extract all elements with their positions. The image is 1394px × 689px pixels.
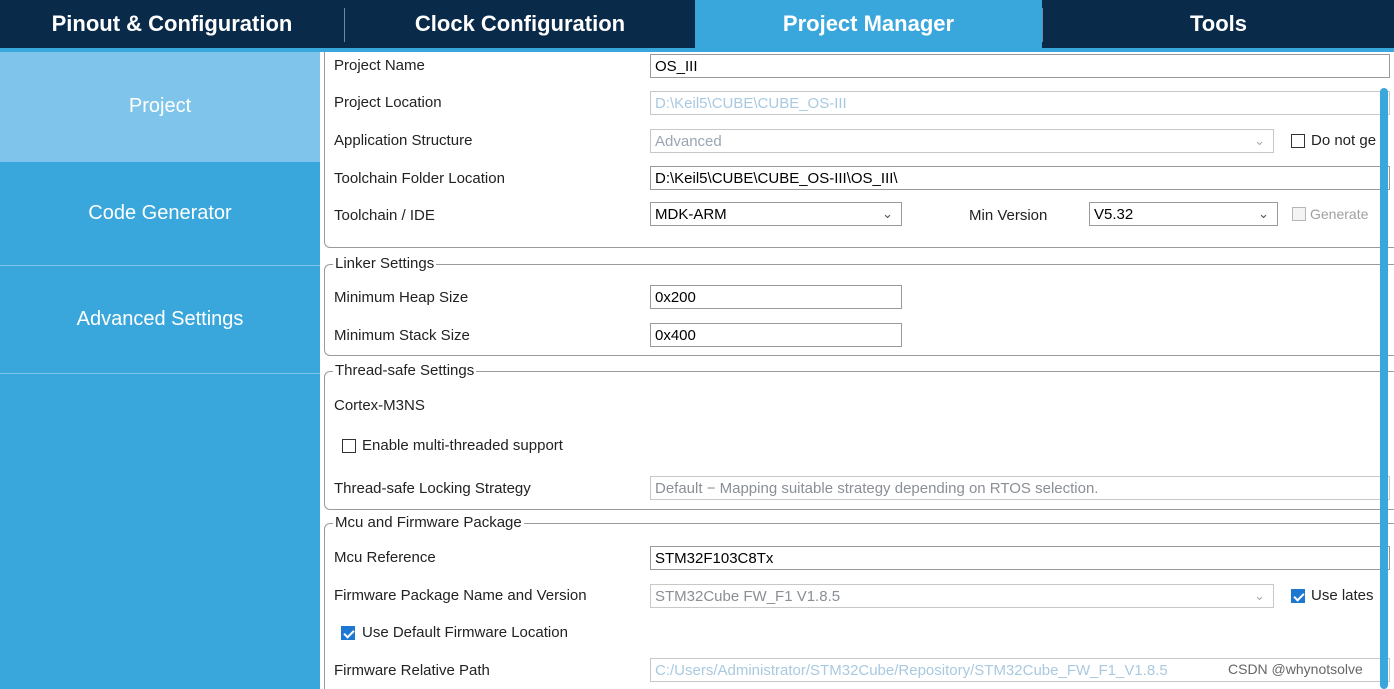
locking-strategy-value: Default − Mapping suitable strategy depe… <box>655 479 1099 497</box>
application-structure-select[interactable]: Advanced ⌄ <box>650 129 1274 153</box>
do-not-generate-label: Do not ge <box>1311 132 1377 149</box>
mcu-reference-value: STM32F103C8Tx <box>655 549 774 567</box>
project-name-input[interactable]: OS_III <box>650 54 1390 78</box>
toolchain-ide-value: MDK-ARM <box>655 205 727 223</box>
use-latest-label: Use lates <box>1311 587 1374 604</box>
firmware-package-select[interactable]: STM32Cube FW_F1 V1.8.5 ⌄ <box>650 584 1274 608</box>
project-location-input[interactable]: D:\Keil5\CUBE\CUBE_OS-III <box>650 91 1390 115</box>
heap-size-value: 0x200 <box>655 288 696 306</box>
tab-pinout-configuration[interactable]: Pinout & Configuration <box>0 0 344 48</box>
project-name-value: OS_III <box>655 57 698 75</box>
chevron-down-icon: ⌄ <box>1254 588 1265 603</box>
generate-label: Generate <box>1310 206 1369 222</box>
min-version-label: Min Version <box>969 207 1048 224</box>
use-latest-checkbox[interactable] <box>1291 589 1305 603</box>
tab-project-manager[interactable]: Project Manager <box>695 0 1042 48</box>
min-version-value: V5.32 <box>1094 205 1134 223</box>
locking-strategy-select[interactable]: Default − Mapping suitable strategy depe… <box>650 476 1390 500</box>
firmware-package-label: Firmware Package Name and Version <box>334 587 587 604</box>
locking-strategy-label: Thread-safe Locking Strategy <box>334 480 531 497</box>
chevron-down-icon: ⌄ <box>1258 206 1269 221</box>
stack-size-input[interactable]: 0x400 <box>650 323 902 347</box>
sidebar-item-advanced-settings[interactable]: Advanced Settings <box>0 266 320 374</box>
project-location-label: Project Location <box>334 94 442 111</box>
application-structure-label: Application Structure <box>334 132 473 149</box>
tab-clock-configuration[interactable]: Clock Configuration <box>345 0 695 48</box>
firmware-relative-path-value: C:/Users/Administrator/STM32Cube/Reposit… <box>655 661 1168 679</box>
heap-size-label: Minimum Heap Size <box>334 289 469 306</box>
mcu-firmware-title: Mcu and Firmware Package <box>333 514 524 531</box>
vertical-scrollbar[interactable] <box>1380 88 1388 689</box>
toolchain-ide-label: Toolchain / IDE <box>334 207 435 224</box>
watermark-text: CSDN @whynotsolve <box>1228 661 1363 677</box>
stack-size-label: Minimum Stack Size <box>334 327 470 344</box>
project-name-label: Project Name <box>334 57 425 74</box>
thread-safe-settings-title: Thread-safe Settings <box>333 362 477 379</box>
firmware-package-value: STM32Cube FW_F1 V1.8.5 <box>655 587 841 605</box>
heap-size-input[interactable]: 0x200 <box>650 285 902 309</box>
generate-checkbox[interactable] <box>1292 207 1306 221</box>
project-settings-panel: Project Name OS_III Project Location D:\… <box>320 52 1394 689</box>
multithread-label: Enable multi-threaded support <box>362 437 563 454</box>
sidebar: Project Code Generator Advanced Settings <box>0 52 320 689</box>
project-location-value: D:\Keil5\CUBE\CUBE_OS-III <box>655 94 847 112</box>
use-default-location-checkbox[interactable] <box>341 626 355 640</box>
top-tab-bar: Pinout & Configuration Clock Configurati… <box>0 0 1394 48</box>
mcu-reference-label: Mcu Reference <box>334 549 436 566</box>
do-not-generate-checkbox[interactable] <box>1291 134 1305 148</box>
multithread-checkbox[interactable] <box>342 439 356 453</box>
chevron-down-icon: ⌄ <box>882 206 893 221</box>
toolchain-folder-label: Toolchain Folder Location <box>334 170 505 187</box>
toolchain-folder-input[interactable]: D:\Keil5\CUBE\CUBE_OS-III\OS_III\ <box>650 166 1390 190</box>
core-name-label: Cortex-M3NS <box>334 397 425 414</box>
mcu-reference-input[interactable]: STM32F103C8Tx <box>650 546 1390 570</box>
firmware-relative-path-label: Firmware Relative Path <box>334 662 490 679</box>
min-version-select[interactable]: V5.32 ⌄ <box>1089 202 1278 226</box>
stack-size-value: 0x400 <box>655 326 696 344</box>
application-structure-value: Advanced <box>655 132 722 150</box>
chevron-down-icon: ⌄ <box>1254 133 1265 148</box>
tab-tools[interactable]: Tools <box>1043 0 1394 48</box>
toolchain-folder-value: D:\Keil5\CUBE\CUBE_OS-III\OS_III\ <box>655 169 898 187</box>
toolchain-ide-select[interactable]: MDK-ARM ⌄ <box>650 202 902 226</box>
use-default-location-label: Use Default Firmware Location <box>362 624 568 641</box>
linker-settings-title: Linker Settings <box>333 255 437 272</box>
sidebar-item-project[interactable]: Project <box>0 52 320 162</box>
sidebar-item-code-generator[interactable]: Code Generator <box>0 162 320 266</box>
